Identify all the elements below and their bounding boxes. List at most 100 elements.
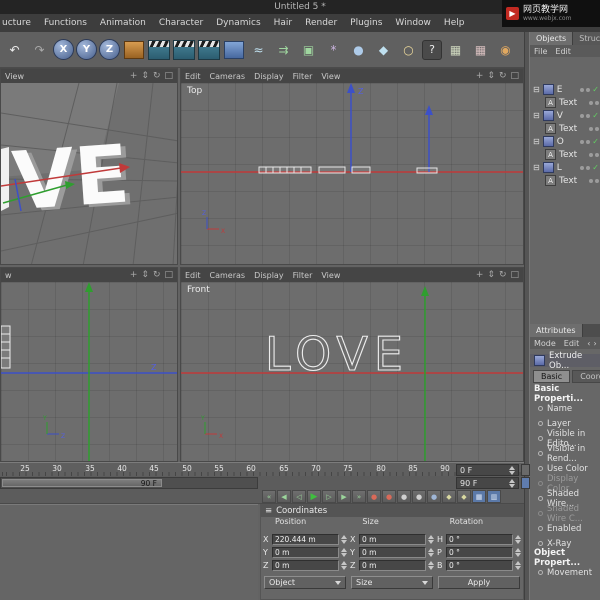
render-settings-icon[interactable]: [198, 40, 220, 60]
menu-hair[interactable]: Hair: [274, 18, 292, 28]
expand-icon[interactable]: ⊟: [533, 86, 540, 94]
viewport-menu-display[interactable]: Display: [254, 271, 284, 280]
render-visibility-dot[interactable]: [595, 179, 599, 183]
menu-mode[interactable]: Mode: [534, 339, 556, 348]
menu-plugins[interactable]: Plugins: [350, 18, 382, 28]
rotate-icon[interactable]: ↻: [499, 72, 507, 81]
range-end-field[interactable]: 90 F: [456, 477, 519, 489]
menu-render[interactable]: Render: [305, 18, 337, 28]
xpresso-icon[interactable]: ▦: [469, 37, 492, 63]
pan-icon[interactable]: +: [130, 72, 138, 81]
editor-visibility-dot[interactable]: [580, 88, 584, 92]
object-name[interactable]: V: [557, 111, 563, 121]
size-y-stepper[interactable]: [428, 548, 434, 557]
keyframe-dot-icon[interactable]: [538, 466, 543, 471]
record-keyframe-button[interactable]: ●: [367, 490, 381, 503]
rotation-b-stepper[interactable]: [515, 561, 521, 570]
maximize-icon[interactable]: □: [510, 72, 519, 81]
redo-icon[interactable]: ↷: [28, 37, 51, 63]
object-name[interactable]: Text: [559, 176, 577, 186]
zoom-icon[interactable]: ⇕: [141, 271, 149, 280]
materials-panel-empty[interactable]: [0, 504, 258, 600]
undo-icon[interactable]: ↶: [3, 37, 26, 63]
position-z-field[interactable]: 0 m: [272, 560, 339, 571]
menu-structure[interactable]: ucture: [2, 18, 31, 28]
viewport-menu-cameras[interactable]: Cameras: [210, 72, 246, 81]
expand-icon[interactable]: ⊟: [533, 164, 540, 172]
add-boole-icon[interactable]: ▣: [297, 37, 320, 63]
add-primitive-icon[interactable]: [224, 41, 244, 59]
viewport-menu-view[interactable]: View: [321, 271, 340, 280]
object-name[interactable]: Text: [559, 124, 577, 134]
editor-visibility-dot[interactable]: [589, 153, 593, 157]
menu-dynamics[interactable]: Dynamics: [216, 18, 260, 28]
object-name[interactable]: L: [557, 163, 562, 173]
selected-object-row[interactable]: Extrude Ob...: [530, 354, 600, 367]
size-y-field[interactable]: 0 m: [359, 547, 426, 558]
keyframe-dot-icon[interactable]: [538, 421, 543, 426]
timeline-mini-button-active[interactable]: [521, 477, 530, 489]
maximize-icon[interactable]: □: [164, 72, 173, 81]
axis-x-lock[interactable]: X: [53, 39, 74, 60]
keyframe-dot-icon[interactable]: [538, 451, 543, 456]
render-visibility-dot[interactable]: [586, 88, 590, 92]
timeline-ruler[interactable]: 25 30 35 40 45 50 55 60 65 70 75 80 85 9…: [0, 462, 524, 476]
render-visibility-dot[interactable]: [595, 153, 599, 157]
object-name[interactable]: E: [557, 85, 563, 95]
rotate-icon[interactable]: ↻: [153, 72, 161, 81]
current-frame-field[interactable]: 0 F: [456, 464, 519, 476]
viewport-menu-edit[interactable]: Edit: [185, 72, 201, 81]
goto-end-button[interactable]: »: [352, 490, 366, 503]
goto-start-button[interactable]: «: [262, 490, 276, 503]
object-row-e[interactable]: ⊟ E ✓: [530, 83, 600, 96]
object-row-text[interactable]: A Text: [530, 96, 600, 109]
viewport-menu-cameras[interactable]: Cameras: [210, 271, 246, 280]
maximize-icon[interactable]: □: [164, 271, 173, 280]
rotate-icon[interactable]: ↻: [153, 271, 161, 280]
next-key-button[interactable]: ▶: [337, 490, 351, 503]
enabled-check-icon[interactable]: ✓: [592, 111, 599, 120]
keyframe-dot-icon[interactable]: [538, 511, 543, 516]
expand-icon[interactable]: ⊟: [533, 112, 540, 120]
viewport-menu-view[interactable]: View: [321, 72, 340, 81]
object-row-l[interactable]: ⊟ L ✓: [530, 161, 600, 174]
viewport-right-canvas[interactable]: Z Y Z: [1, 282, 177, 461]
record-position-button[interactable]: ●: [382, 490, 396, 503]
record-scale-button[interactable]: ●: [397, 490, 411, 503]
zoom-icon[interactable]: ⇕: [487, 271, 495, 280]
object-row-o[interactable]: ⊟ O ✓: [530, 135, 600, 148]
position-y-field[interactable]: 0 m: [272, 547, 339, 558]
keyframe-dot-icon[interactable]: [538, 406, 543, 411]
expand-icon[interactable]: ⊟: [533, 138, 540, 146]
previous-key-button[interactable]: ◀: [277, 490, 291, 503]
position-x-field[interactable]: 220.444 m: [272, 534, 339, 545]
keyframe-dot-icon[interactable]: [538, 570, 543, 575]
rotation-b-field[interactable]: 0 °: [446, 560, 513, 571]
viewport-menu-view[interactable]: w: [5, 271, 12, 280]
tab-coordinates[interactable]: Coord...: [572, 370, 600, 383]
editor-visibility-dot[interactable]: [589, 179, 593, 183]
menu-window[interactable]: Window: [395, 18, 431, 28]
object-mode-dropdown[interactable]: Object: [264, 576, 346, 589]
viewport-menu-display[interactable]: Display: [254, 72, 284, 81]
menu-animation[interactable]: Animation: [100, 18, 146, 28]
add-spline-icon[interactable]: ≈: [247, 37, 270, 63]
maximize-icon[interactable]: □: [510, 271, 519, 280]
timeline-mini-button[interactable]: [521, 464, 530, 476]
object-row-text[interactable]: A Text: [530, 122, 600, 135]
menu-edit[interactable]: Edit: [555, 47, 571, 56]
record-parameter-button[interactable]: ●: [427, 490, 441, 503]
axis-y-lock[interactable]: Y: [76, 39, 97, 60]
keyframe-dot-icon[interactable]: [538, 436, 543, 441]
keyframe-dot-icon[interactable]: [538, 481, 543, 486]
viewport-menu-filter[interactable]: Filter: [293, 72, 313, 81]
content-browser-icon[interactable]: ▦: [444, 37, 467, 63]
pan-icon[interactable]: +: [476, 72, 484, 81]
object-row-v[interactable]: ⊟ V ✓: [530, 109, 600, 122]
size-x-field[interactable]: 0 m: [359, 534, 426, 545]
position-x-stepper[interactable]: [341, 535, 347, 544]
viewport-menu-edit[interactable]: Edit: [185, 271, 201, 280]
help-icon[interactable]: ?: [422, 40, 442, 60]
next-frame-button[interactable]: ▷: [322, 490, 336, 503]
keyframe-dot-icon[interactable]: [538, 496, 543, 501]
